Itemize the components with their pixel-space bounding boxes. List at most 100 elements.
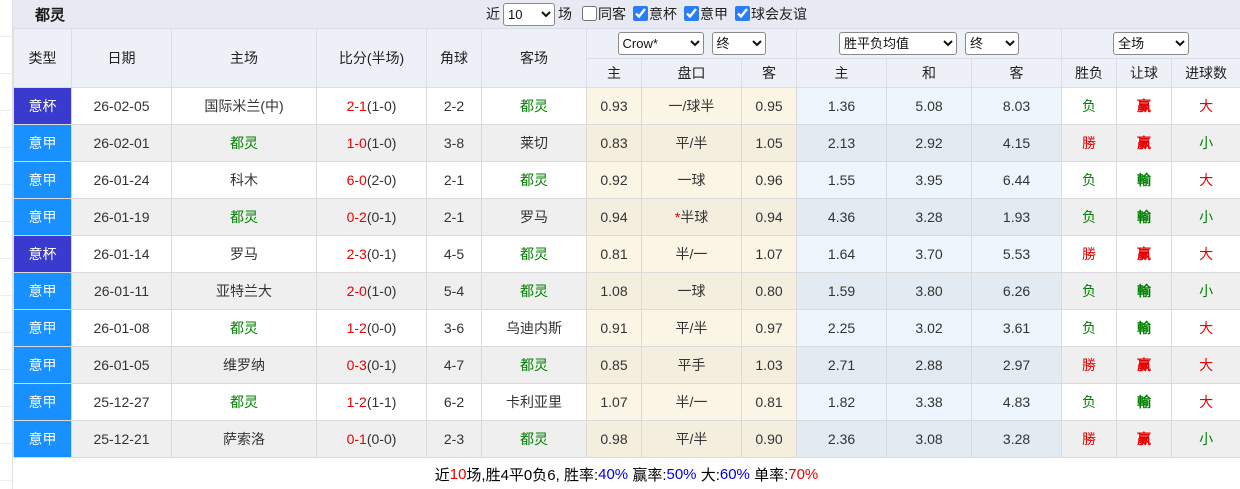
cell-result-goals: 大 bbox=[1171, 309, 1240, 347]
cell-handicap: *半球 bbox=[641, 198, 742, 236]
cell-date: 26-01-24 bbox=[71, 161, 172, 199]
score-fulltime: 2-1 bbox=[346, 98, 367, 114]
handicap-text: 半球 bbox=[680, 209, 709, 225]
odds-company-select[interactable]: Crow* bbox=[617, 32, 704, 55]
summary-segment: 赢率: bbox=[628, 467, 667, 484]
checkbox-cup[interactable] bbox=[633, 6, 648, 22]
avg-type-select[interactable]: 胜平负均值 bbox=[839, 32, 958, 55]
cell-result-goals: 小 bbox=[1171, 420, 1240, 458]
cell-type-badge: 意甲 bbox=[13, 309, 72, 347]
score-halftime: (1-0) bbox=[366, 283, 397, 299]
cell-result-goals: 大 bbox=[1171, 383, 1240, 421]
handicap-text: 半/一 bbox=[675, 246, 708, 262]
summary-segment: 50% bbox=[666, 466, 697, 483]
cell-odds-away: 1.05 bbox=[740, 124, 798, 162]
recent-count-select[interactable]: 10 bbox=[503, 2, 555, 26]
cell-corners: 4-7 bbox=[426, 346, 482, 384]
handicap-text: 半/一 bbox=[675, 394, 708, 410]
cell-corners: 3-6 bbox=[426, 309, 482, 347]
cell-result-wdl: 负 bbox=[1061, 309, 1118, 347]
cell-score: 2-1(1-0) bbox=[316, 87, 427, 125]
cell-corners: 6-2 bbox=[426, 383, 482, 421]
cell-date: 26-01-19 bbox=[71, 198, 172, 236]
col-header-score: 比分(半场) bbox=[316, 28, 427, 88]
cell-date: 26-02-01 bbox=[71, 124, 172, 162]
summary-segment: 场,胜4平0负6, 胜率: bbox=[466, 467, 599, 484]
cell-avg-home: 1.59 bbox=[796, 272, 888, 310]
cell-handicap: 半/一 bbox=[641, 235, 742, 273]
cell-avg-draw: 3.28 bbox=[886, 198, 973, 236]
cell-avg-away: 6.26 bbox=[971, 272, 1063, 310]
checkbox-label: 球会友谊 bbox=[751, 5, 807, 22]
cell-avg-home: 1.64 bbox=[796, 235, 888, 273]
col-header-odds-away: 客 bbox=[740, 58, 798, 88]
avg-time-select[interactable]: 终 bbox=[965, 32, 1020, 55]
cell-away-team: 卡利亚里 bbox=[481, 383, 587, 421]
score-fulltime: 1-0 bbox=[346, 135, 367, 151]
checkbox-friendly[interactable] bbox=[735, 6, 750, 22]
handicap-text: 平/半 bbox=[675, 135, 708, 151]
table-body: 意杯 26-02-05 国际米兰(中) 2-1(1-0) 2-2 都灵 0.93… bbox=[13, 87, 1240, 458]
filter-league[interactable]: 意甲 bbox=[677, 4, 728, 24]
col-header-type: 类型 bbox=[13, 28, 72, 88]
cell-odds-home: 0.81 bbox=[586, 235, 642, 273]
recent-label: 近 bbox=[486, 6, 500, 22]
cell-corners: 3-8 bbox=[426, 124, 482, 162]
col-header-result-wdl: 胜负 bbox=[1061, 58, 1118, 88]
cell-avg-home: 1.36 bbox=[796, 87, 888, 125]
page: 都灵 近 10 场 同客 意杯 意甲 球会友谊 类型 日期 主场 比分(半场) … bbox=[0, 0, 1240, 489]
filter-friendly[interactable]: 球会友谊 bbox=[728, 4, 807, 24]
score-halftime: (0-1) bbox=[366, 209, 397, 225]
cell-result-wdl: 勝 bbox=[1061, 420, 1118, 458]
scope-select[interactable]: 全场 bbox=[1113, 32, 1190, 55]
table-row: 意甲 26-01-08 都灵 1-2(0-0) 3-6 乌迪内斯 0.91 平/… bbox=[13, 309, 1240, 347]
cell-type-badge: 意甲 bbox=[13, 383, 72, 421]
cell-score: 0-1(0-0) bbox=[316, 420, 427, 458]
cell-home-team: 都灵 bbox=[171, 198, 317, 236]
score-halftime: (0-0) bbox=[366, 431, 397, 447]
cell-result-handicap: 輸 bbox=[1116, 383, 1173, 421]
cell-handicap: 半/一 bbox=[641, 383, 742, 421]
title-bar: 都灵 近 10 场 同客 意杯 意甲 球会友谊 bbox=[13, 0, 1240, 28]
score-halftime: (1-1) bbox=[366, 394, 397, 410]
cell-result-wdl: 勝 bbox=[1061, 346, 1118, 384]
team-history-panel: 都灵 近 10 场 同客 意杯 意甲 球会友谊 类型 日期 主场 比分(半场) … bbox=[13, 0, 1240, 489]
odds-time-select[interactable]: 终 bbox=[711, 32, 766, 55]
cell-score: 1-2(0-0) bbox=[316, 309, 427, 347]
cell-score: 2-0(1-0) bbox=[316, 272, 427, 310]
cell-handicap: 平/半 bbox=[641, 124, 742, 162]
cell-avg-away: 6.44 bbox=[971, 161, 1063, 199]
cell-avg-away: 2.97 bbox=[971, 346, 1063, 384]
header-result-group: 全场 bbox=[1061, 28, 1240, 59]
checkbox-league[interactable] bbox=[684, 6, 699, 22]
cell-odds-away: 0.96 bbox=[740, 161, 798, 199]
summary-segment: 近 bbox=[434, 467, 450, 484]
checkbox-label: 同客 bbox=[598, 5, 626, 22]
cell-home-team: 都灵 bbox=[171, 309, 317, 347]
col-header-away: 客场 bbox=[481, 28, 587, 88]
cell-result-wdl: 负 bbox=[1061, 87, 1118, 125]
filter-same-away[interactable]: 同客 bbox=[575, 4, 626, 24]
cell-result-handicap: 赢 bbox=[1116, 346, 1173, 384]
cell-away-team: 都灵 bbox=[481, 420, 587, 458]
table-row: 意甲 26-01-19 都灵 0-2(0-1) 2-1 罗马 0.94 *半球 … bbox=[13, 198, 1240, 236]
cell-corners: 2-1 bbox=[426, 198, 482, 236]
cell-type-badge: 意甲 bbox=[13, 420, 72, 458]
cell-date: 25-12-27 bbox=[71, 383, 172, 421]
summary-segment: 大: bbox=[696, 467, 720, 484]
cell-home-team: 都灵 bbox=[171, 124, 317, 162]
checkbox-same-away[interactable] bbox=[582, 6, 597, 22]
handicap-text: 平/半 bbox=[675, 320, 708, 336]
col-header-result-goals: 进球数 bbox=[1171, 58, 1240, 88]
header-avg-group: 胜平负均值 终 bbox=[796, 28, 1063, 59]
cell-avg-home: 1.82 bbox=[796, 383, 888, 421]
cell-away-team: 罗马 bbox=[481, 198, 587, 236]
cell-handicap: 一/球半 bbox=[641, 87, 742, 125]
cell-handicap: 平手 bbox=[641, 346, 742, 384]
col-header-date: 日期 bbox=[71, 28, 172, 88]
cell-avg-draw: 2.88 bbox=[886, 346, 973, 384]
cell-result-goals: 大 bbox=[1171, 235, 1240, 273]
cell-avg-away: 3.28 bbox=[971, 420, 1063, 458]
cell-home-team: 亚特兰大 bbox=[171, 272, 317, 310]
filter-cup[interactable]: 意杯 bbox=[626, 4, 677, 24]
